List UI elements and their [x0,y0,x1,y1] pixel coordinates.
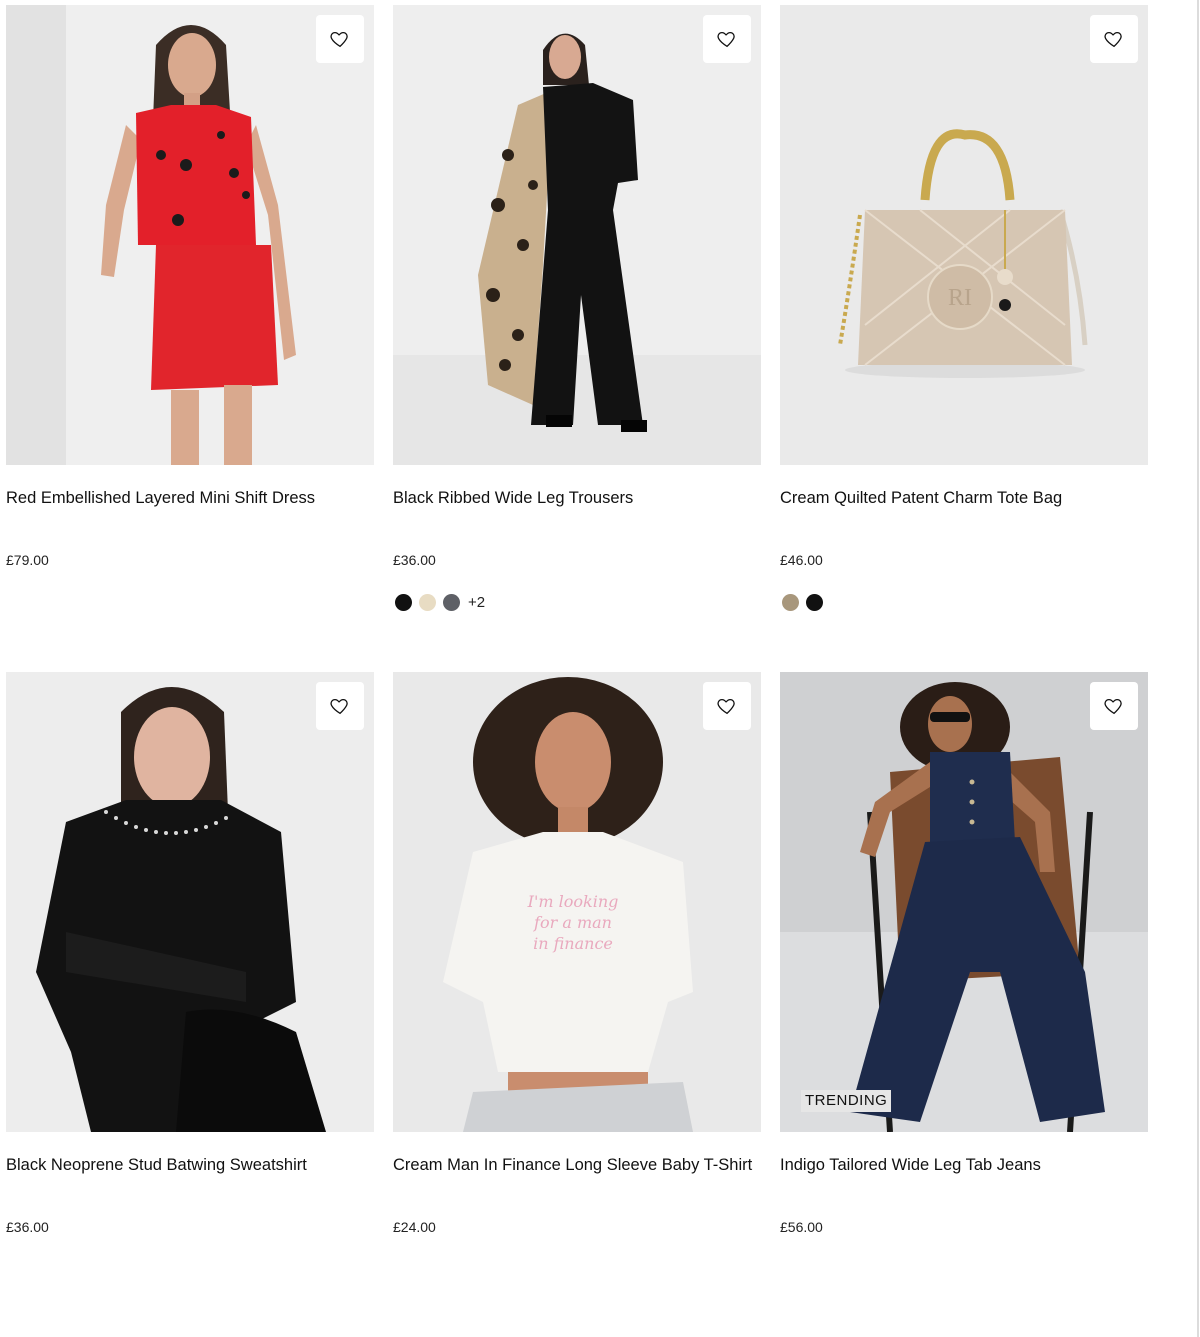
product-title[interactable]: Cream Man In Finance Long Sleeve Baby T-… [393,1154,773,1176]
color-swatches [782,594,823,611]
trending-badge: TRENDING [801,1090,892,1112]
wishlist-button[interactable] [316,682,364,730]
wishlist-button[interactable] [316,15,364,63]
product-title[interactable]: Red Embellished Layered Mini Shift Dress [6,487,386,509]
product-image[interactable] [393,5,761,465]
product-price: £56.00 [780,1219,823,1235]
svg-text:in finance: in finance [533,934,613,953]
product-price: £46.00 [780,552,823,568]
product-card[interactable]: RI Cream Quilted Patent Charm Tote Bag £… [780,5,1148,611]
product-title[interactable]: Indigo Tailored Wide Leg Tab Jeans [780,1154,1160,1176]
heart-outline-icon [717,698,735,715]
more-colors-link[interactable]: +2 [468,594,485,611]
product-card[interactable]: Black Neoprene Stud Batwing Sweatshirt £… [6,672,374,1235]
product-price: £36.00 [393,552,436,568]
wishlist-button[interactable] [1090,682,1138,730]
product-image[interactable] [6,5,374,465]
heart-outline-icon [717,31,735,48]
product-card[interactable]: Red Embellished Layered Mini Shift Dress… [6,5,374,568]
color-swatch-grey[interactable] [443,594,460,611]
product-price: £79.00 [6,552,49,568]
color-swatch-taupe[interactable] [782,594,799,611]
product-photo [780,672,1148,1132]
scrollbar[interactable] [1197,0,1199,1337]
product-image[interactable] [6,672,374,1132]
color-swatch-cream[interactable] [419,594,436,611]
product-price: £36.00 [6,1219,49,1235]
product-photo [6,672,374,1132]
svg-text:RI: RI [948,285,972,311]
product-photo [393,5,761,465]
wishlist-button[interactable] [703,15,751,63]
product-image[interactable]: I'm looking for a man in finance [393,672,761,1132]
color-swatch-black[interactable] [806,594,823,611]
heart-outline-icon [1104,698,1122,715]
svg-text:I'm looking: I'm looking [527,892,619,911]
heart-outline-icon [330,698,348,715]
wishlist-button[interactable] [1090,15,1138,63]
product-photo: RI [780,5,1148,465]
product-title[interactable]: Black Ribbed Wide Leg Trousers [393,487,773,509]
product-card[interactable]: Black Ribbed Wide Leg Trousers £36.00 +2 [393,5,761,611]
product-card[interactable]: TRENDING Indigo Tailored Wide Leg Tab Je… [780,672,1148,1235]
color-swatch-black[interactable] [395,594,412,611]
product-title[interactable]: Cream Quilted Patent Charm Tote Bag [780,487,1160,509]
product-photo: I'm looking for a man in finance [393,672,761,1132]
product-price: £24.00 [393,1219,436,1235]
product-photo [6,5,374,465]
wishlist-button[interactable] [703,682,751,730]
product-image[interactable]: RI [780,5,1148,465]
product-card[interactable]: I'm looking for a man in finance Cream M… [393,672,761,1235]
heart-outline-icon [330,31,348,48]
svg-text:for a man: for a man [533,913,612,932]
heart-outline-icon [1104,31,1122,48]
product-grid: Red Embellished Layered Mini Shift Dress… [0,0,1200,1337]
color-swatches: +2 [395,594,485,611]
product-title[interactable]: Black Neoprene Stud Batwing Sweatshirt [6,1154,386,1176]
product-image[interactable]: TRENDING [780,672,1148,1132]
